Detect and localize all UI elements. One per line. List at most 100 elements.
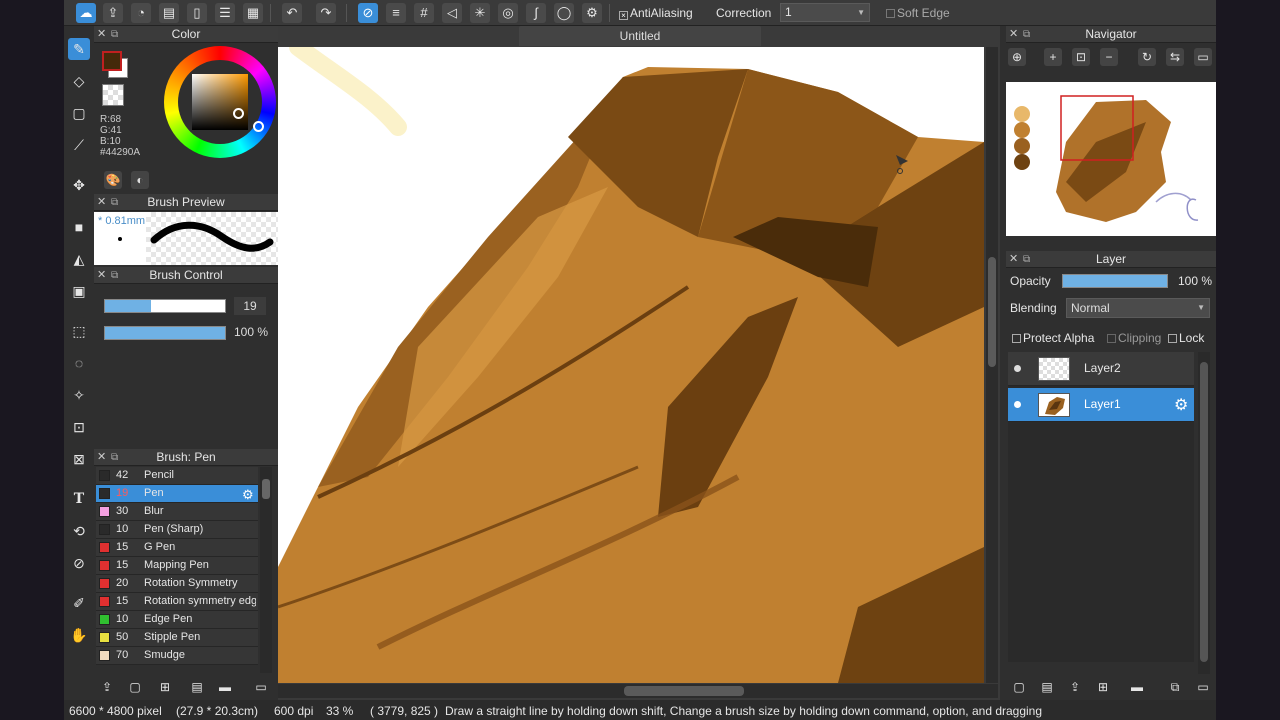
brush-item-rotation-symmetry[interactable]: 20 Rotation Symmetry [96,575,258,593]
line-tool-icon[interactable]: ⟋ [68,134,90,156]
saturation-cursor[interactable] [233,108,244,119]
popout-icon[interactable]: ⧉ [111,267,118,284]
text-tool-icon[interactable]: T [68,488,90,510]
layer-settings-gear-icon[interactable]: ⚙ [1174,395,1188,415]
bucket-tool-icon[interactable]: ◭ [68,248,90,270]
popout-icon[interactable]: ⧉ [1023,251,1030,268]
zoom-in-icon[interactable]: + [1044,48,1062,66]
snap-off-icon[interactable]: ⊘ [358,3,378,23]
duplicate-layer-icon[interactable]: ⧉ [1166,678,1184,696]
import-layer-icon[interactable]: ⇪ [1066,678,1084,696]
brush-item-smudge[interactable]: 70 Smudge [96,647,258,665]
flip-icon[interactable]: ⇆ [1166,48,1184,66]
layer-row[interactable]: Layer2 [1008,352,1194,386]
merge-layer-icon[interactable]: ⊞ [1094,678,1112,696]
brush-tool-icon[interactable]: ✎ [68,38,90,60]
snap-ellipse-icon[interactable]: ◯ [554,3,574,23]
brush-item-edge-pen[interactable]: 10 Edge Pen [96,611,258,629]
brush-export-icon[interactable]: ▤ [188,678,206,696]
brush-item-pen-sharp-[interactable]: 10 Pen (Sharp) [96,521,258,539]
transparent-color-swatch[interactable] [102,84,124,106]
snap-perspective-icon[interactable]: ◁ [442,3,462,23]
actual-size-icon[interactable]: ⊡ [1072,48,1090,66]
brush-item-blur[interactable]: 30 Blur [96,503,258,521]
lock-checkbox[interactable] [1168,334,1177,343]
drawing-canvas[interactable] [278,47,984,683]
primary-color-swatch[interactable] [102,51,122,71]
antialiasing-checkbox[interactable]: × [619,11,628,20]
snap-parallel-icon[interactable]: ≡ [386,3,406,23]
snap-radial-icon[interactable]: ✳ [470,3,490,23]
brush-delete-icon[interactable]: ▭ [252,678,270,696]
popout-icon[interactable]: ⧉ [111,194,118,211]
lasso-tool-icon[interactable]: ◌ [68,352,90,374]
hand-tool-icon[interactable]: ✋ [68,624,90,646]
protect-alpha-toggle[interactable]: Protect Alpha [1012,331,1094,345]
brush-cloud-icon[interactable]: ⇪ [98,678,116,696]
snap-settings-icon[interactable]: ⚙ [582,3,602,23]
correction-select[interactable]: 1 ▼ [780,3,870,22]
soft-edge-checkbox[interactable] [886,9,895,18]
brush-item-stipple-pen[interactable]: 50 Stipple Pen [96,629,258,647]
fill-rect-tool-icon[interactable]: ■ [68,216,90,238]
popout-icon[interactable]: ⧉ [1023,26,1030,43]
layer-list-scrollbar[interactable] [1198,352,1210,674]
move-tool-icon[interactable]: ✥ [68,174,90,196]
brush-size-slider[interactable] [104,299,226,313]
canvas-vscroll-thumb[interactable] [988,257,996,367]
grid-icon[interactable]: ▦ [243,3,263,23]
eyedropper-tool-icon[interactable]: ✐ [68,592,90,614]
brush-item-pen[interactable]: 19 Pen ⚙ [96,485,258,503]
canvas-hscroll-thumb[interactable] [624,686,744,696]
list-icon[interactable]: ☰ [215,3,235,23]
brush-list-scroll-thumb[interactable] [262,479,270,499]
snap-grid-icon[interactable]: # [414,3,434,23]
canvas-vertical-scrollbar[interactable] [986,47,998,683]
navigator-thumbnail[interactable] [1006,82,1216,236]
brush-item-mapping-pen[interactable]: 15 Mapping Pen [96,557,258,575]
brush-size-value[interactable]: 19 [234,297,266,315]
close-icon[interactable]: ✕ [97,267,106,284]
cloud-icon[interactable]: ☁ [76,3,96,23]
layer-scroll-thumb[interactable] [1200,362,1208,662]
saturation-box[interactable] [192,74,248,130]
chat-icon[interactable]: ▤ [159,3,179,23]
select-eraser-tool-icon[interactable]: ⊠ [68,448,90,470]
share-icon[interactable]: ⇪ [103,3,123,23]
document-icon[interactable]: ▯ [187,3,207,23]
brush-folder-icon[interactable]: ▬ [216,678,234,696]
comment-icon[interactable]: ◔ [131,3,151,23]
soft-edge-toggle[interactable]: Soft Edge [886,6,950,20]
visibility-icon[interactable] [1014,365,1021,372]
layer-opacity-slider[interactable] [1062,274,1168,288]
brush-item-rotation-symmetry-edge[interactable]: 15 Rotation symmetry edge [96,593,258,611]
new-layer-icon[interactable]: ▢ [1010,678,1028,696]
navigator-menu-icon[interactable]: ▭ [1194,48,1212,66]
undo-icon[interactable]: ↶ [282,3,302,23]
protect-alpha-checkbox[interactable] [1012,334,1021,343]
layer-folder-icon[interactable]: ▬ [1128,678,1146,696]
brush-menu-icon[interactable]: ⊞ [156,678,174,696]
snap-circle-icon[interactable]: ◎ [498,3,518,23]
antialiasing-toggle[interactable]: × AntiAliasing [619,6,693,20]
lock-toggle[interactable]: Lock [1168,331,1204,345]
rotate-icon[interactable]: ↻ [1138,48,1156,66]
ruler-tool-icon[interactable]: ⊘ [68,552,90,574]
brush-opacity-slider[interactable] [104,326,226,340]
visibility-icon[interactable] [1014,401,1021,408]
palette-settings-icon[interactable]: ◐ [131,171,149,189]
gradient-tool-icon[interactable]: ▣ [68,280,90,302]
close-icon[interactable]: ✕ [1009,251,1018,268]
zoom-out-icon[interactable]: − [1100,48,1118,66]
snap-curve-icon[interactable]: ∫ [526,3,546,23]
new-brush-icon[interactable]: ▢ [126,678,144,696]
transform-tool-icon[interactable]: ⟲ [68,520,90,542]
clipping-toggle[interactable]: Clipping [1107,331,1161,345]
new-layer-menu-icon[interactable]: ▤ [1038,678,1056,696]
select-pen-tool-icon[interactable]: ⊡ [68,416,90,438]
delete-layer-icon[interactable]: ▭ [1194,678,1212,696]
hue-wheel[interactable] [164,46,276,158]
layer-row[interactable]: Layer1 ⚙ [1008,388,1194,422]
clipping-checkbox[interactable] [1107,334,1116,343]
brush-item-g-pen[interactable]: 15 G Pen [96,539,258,557]
